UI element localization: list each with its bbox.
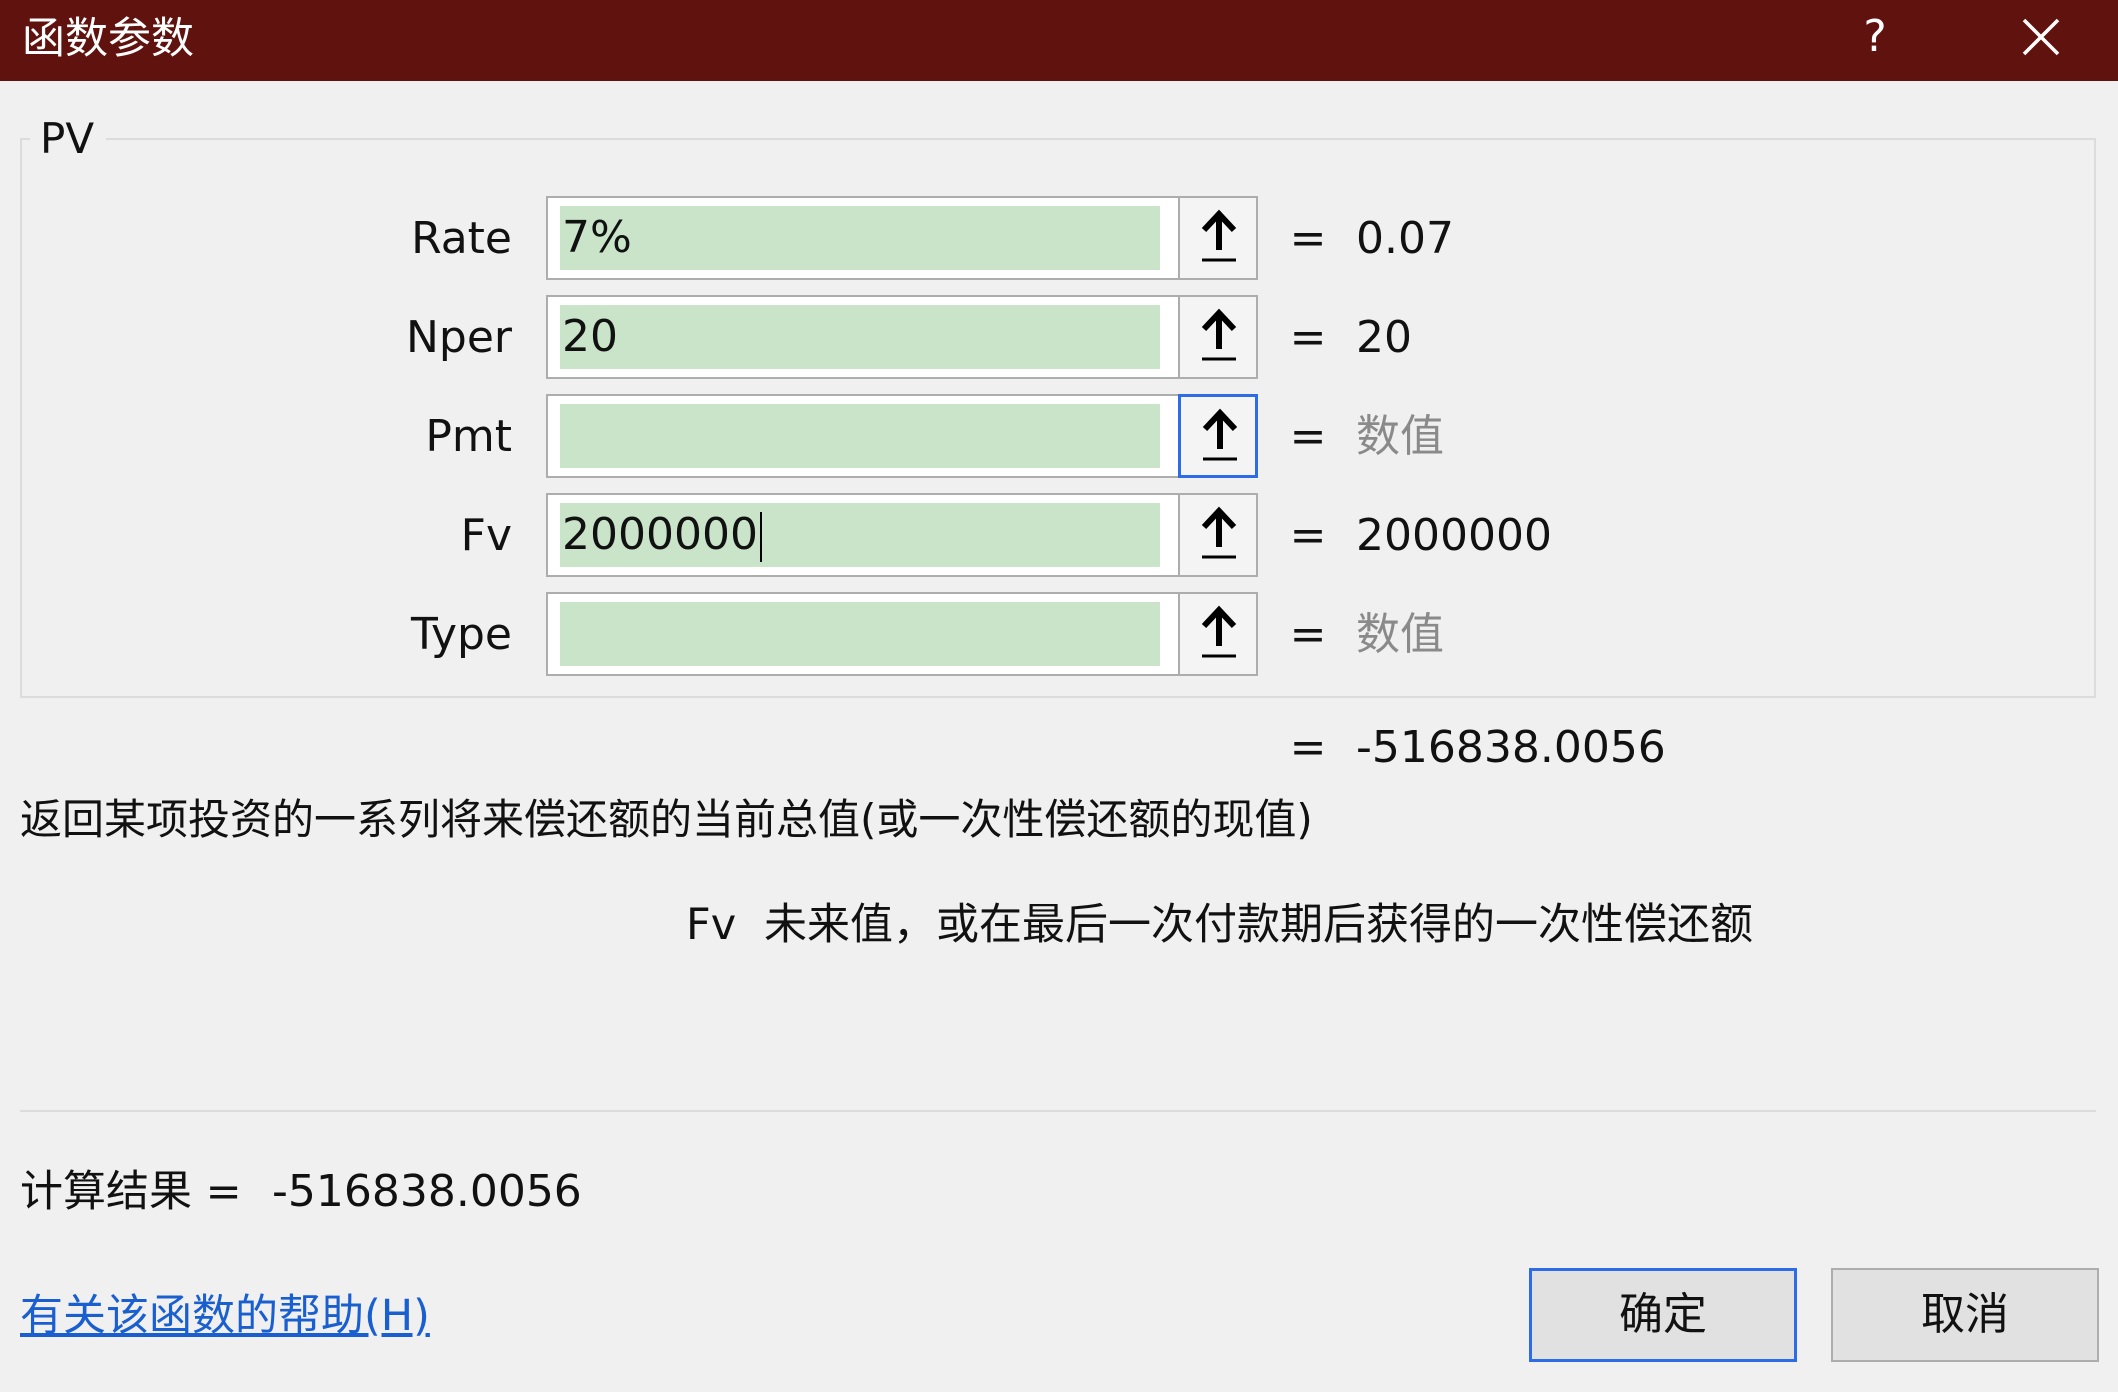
rate-input[interactable]: 7% xyxy=(560,206,1160,270)
title-bar: 函数参数 ? xyxy=(0,0,2118,81)
fv-value: 2000000 xyxy=(1356,510,1552,561)
fv-label: Fv xyxy=(460,510,512,561)
calculation-result-value: -516838.0056 xyxy=(272,1166,582,1217)
fv-ref-button[interactable] xyxy=(1178,495,1256,575)
type-input-box xyxy=(546,592,1258,676)
dialog-title: 函数参数 xyxy=(22,14,194,64)
help-button[interactable]: ? xyxy=(1845,6,1905,68)
collapse-dialog-arrow-up-icon xyxy=(1201,605,1237,658)
parameter-help-name: Fv xyxy=(686,900,737,950)
collapse-dialog-arrow-up-icon xyxy=(1202,408,1238,461)
rate-equals: = xyxy=(1289,213,1327,264)
calculation-result-label: 计算结果 = xyxy=(20,1167,242,1217)
divider xyxy=(20,1110,2096,1112)
nper-value: 20 xyxy=(1356,312,1412,363)
pmt-input[interactable] xyxy=(560,404,1160,468)
pmt-ref-button[interactable] xyxy=(1178,394,1258,478)
collapse-dialog-arrow-up-icon xyxy=(1201,308,1237,361)
close-icon xyxy=(2022,18,2060,56)
nper-label: Nper xyxy=(405,312,512,363)
fv-input-text: 2000000 xyxy=(562,509,758,560)
fv-input[interactable]: 2000000 xyxy=(560,503,1160,567)
ok-button[interactable]: 确定 xyxy=(1529,1268,1797,1362)
close-button[interactable] xyxy=(2000,4,2080,72)
function-help-link[interactable]: 有关该函数的帮助(H) xyxy=(20,1286,430,1346)
collapse-dialog-arrow-up-icon xyxy=(1201,209,1237,262)
fv-equals: = xyxy=(1289,510,1327,561)
result-preview-value: -516838.0056 xyxy=(1356,722,1666,773)
type-label: Type xyxy=(410,609,512,660)
type-input[interactable] xyxy=(560,602,1160,666)
function-description: 返回某项投资的一系列将来偿还额的当前总值(或一次性偿还额的现值) xyxy=(20,795,1313,844)
rate-value: 0.07 xyxy=(1356,213,1454,264)
pmt-equals: = xyxy=(1289,411,1327,462)
function-name: PV xyxy=(30,112,107,166)
result-equals: = xyxy=(1289,722,1327,773)
rate-input-box: 7% xyxy=(546,196,1258,280)
text-caret xyxy=(759,512,762,562)
parameter-help-text: 未来值，或在最后一次付款期后获得的一次性偿还额 xyxy=(764,900,1753,950)
collapse-dialog-arrow-up-icon xyxy=(1201,506,1237,559)
pmt-value: 数值 xyxy=(1356,411,1444,462)
nper-ref-button[interactable] xyxy=(1178,297,1256,377)
rate-label: Rate xyxy=(411,213,512,264)
type-value: 数值 xyxy=(1356,609,1444,660)
cancel-button[interactable]: 取消 xyxy=(1831,1268,2099,1362)
pmt-input-box xyxy=(546,394,1258,478)
nper-input-box: 20 xyxy=(546,295,1258,379)
pmt-label: Pmt xyxy=(425,411,512,462)
type-ref-button[interactable] xyxy=(1178,594,1256,674)
fv-input-box: 2000000 xyxy=(546,493,1258,577)
nper-equals: = xyxy=(1289,312,1327,363)
type-equals: = xyxy=(1289,609,1327,660)
nper-input[interactable]: 20 xyxy=(560,305,1160,369)
rate-ref-button[interactable] xyxy=(1178,198,1256,278)
